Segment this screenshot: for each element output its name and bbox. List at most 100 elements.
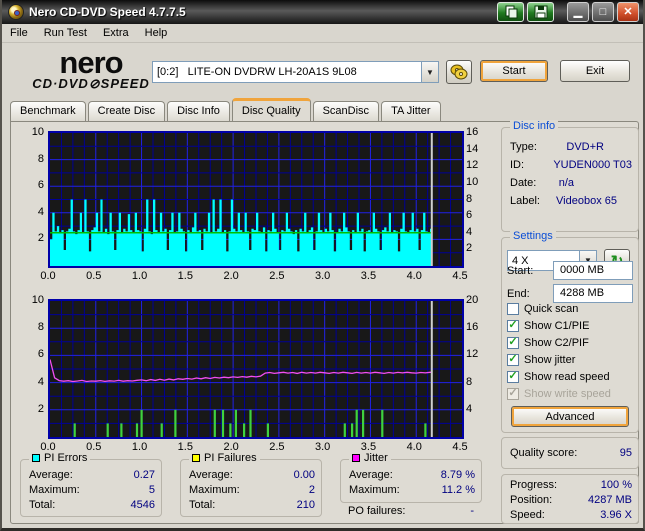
y-axis-left-tick: 8 [37,152,44,165]
pi-failures-stats-group: PI Failures Average: 0.00 Maximum: 2 Total… [180,452,322,517]
menu-extra[interactable]: Extra [95,25,137,41]
disc-eject-icon [450,64,468,80]
y-axis-right-tick: 14 [466,142,479,155]
x-axis-tick: 4.5 [452,441,468,453]
y-axis-right-tick: 8 [466,375,473,388]
progress-group: Progress: 100 % Position: 4287 MB Speed: 3.… [501,474,639,524]
checkbox-box[interactable]: ✓ [507,336,519,349]
y-axis-right-tick: 4 [466,225,473,238]
pi-failures-legend-swatch [192,454,200,462]
x-axis-tick: 2.0 [223,270,239,282]
x-axis-tick: 2.5 [269,441,285,453]
disc-label-row: Label: Videobox 65 [510,195,617,207]
checkbox-label: Show C2/PIF [524,336,589,349]
eject-button[interactable] [446,60,472,84]
y-axis-left-tick: 6 [37,179,44,192]
pi-errors-chart [48,131,464,268]
y-axis-left-tick: 4 [37,205,44,218]
quality-score-group: Quality score: 95 [501,437,639,469]
checkbox-box[interactable]: ✓ [507,370,519,383]
maximize-button[interactable]: □ [592,2,614,22]
disc-type-row: Type: DVD+R [510,141,604,153]
save-icon [534,5,547,19]
jitter-legend-swatch [352,454,360,462]
checkbox-label: Quick scan [524,302,579,315]
x-axis-tick: 2.5 [269,270,285,282]
close-button[interactable]: ✕ [617,2,639,22]
drive-select-value: [0:2] LITE-ON DVDRW LH-20A1S 9L08 [157,66,357,78]
tab-scandisc[interactable]: ScanDisc [312,101,380,121]
advanced-button[interactable]: Advanced [511,406,629,427]
checkbox-box[interactable]: ✓ [507,319,519,332]
settings-checkbox-list: Quick scan ✓ Show C1/PIE ✓ Show C2/PIF ✓ Show … [507,300,635,402]
y-axis-right-tick: 2 [466,242,473,255]
disc-info-group: Disc info Type: DVD+R ID: YUDEN000 T03 Dat… [501,120,639,232]
pi-errors-legend-swatch [32,454,40,462]
settings-caption: Settings [510,230,556,242]
disc-info-caption: Disc info [510,120,559,132]
start-button[interactable]: Start [480,60,548,82]
nero-logo-subtitle: CD·DVD⊘SPEED [32,76,150,91]
menu-help[interactable]: Help [137,25,176,41]
y-axis-right-tick: 12 [466,348,479,361]
y-axis-right-tick: 12 [466,159,479,172]
tab-ta-jitter[interactable]: TA Jitter [381,101,441,121]
po-failures-row: PO failures: - [348,505,474,517]
x-axis-tick: 2.0 [223,441,239,453]
checkbox-box[interactable]: ✓ [507,353,519,366]
checkbox-label: Show jitter [524,353,576,366]
x-axis-tick: 3.5 [360,441,377,453]
position-row: Position: 4287 MB [510,494,632,506]
tab-strip: Benchmark Create Disc Disc Info Disc Qua… [10,98,443,121]
checkbox-show-c2-pif[interactable]: ✓ Show C2/PIF [507,334,635,351]
checkbox-label: Show read speed [524,370,610,383]
nero-logo: nero CD·DVD⊘SPEED [16,47,166,92]
x-axis-tick: 1.5 [177,270,193,282]
exit-button[interactable]: Exit [560,60,630,82]
chart-canvas [50,301,462,437]
progress-row: Progress: 100 % [510,479,632,491]
y-axis-left-tick: 10 [31,126,44,138]
checkbox-quick-scan[interactable]: Quick scan [507,300,635,317]
jitter-stats-group: Jitter Average: 8.79 % Maximum: 11.2 % [340,452,482,503]
tab-disc-info[interactable]: Disc Info [167,101,230,121]
y-axis-left-tick: 2 [37,232,44,245]
checkbox-show-write-speed: ✓ Show write speed [507,385,635,402]
x-axis-tick: 1.0 [131,441,148,453]
checkbox-label: Show write speed [524,387,611,400]
disc-id-row: ID: YUDEN000 T03 [510,159,632,171]
pi-errors-stats-group: PI Errors Average: 0.27 Maximum: 5 Total: 4… [20,452,162,517]
copy-button[interactable] [497,2,524,22]
title-bar: Nero CD-DVD Speed 4.7.7.5 ▁ □ ✕ [2,0,643,24]
x-axis-tick: 0.5 [86,270,102,282]
menu-run-test[interactable]: Run Test [36,25,95,41]
start-position-field[interactable]: 0000 MB [553,261,633,280]
x-axis-tick: 0.0 [40,270,56,282]
chart-canvas [50,133,462,266]
tab-create-disc[interactable]: Create Disc [87,101,166,121]
checkbox-show-jitter[interactable]: ✓ Show jitter [507,351,635,368]
end-field-label: End: [507,288,530,300]
menu-file[interactable]: File [2,25,36,41]
y-axis-right-tick: 20 [466,294,479,306]
checkbox-show-read-speed[interactable]: ✓ Show read speed [507,368,635,385]
tab-disc-quality[interactable]: Disc Quality [231,98,311,121]
y-axis-left-tick: 8 [37,321,44,334]
checkbox-box: ✓ [507,387,519,400]
y-axis-left-tick: 4 [37,375,44,388]
tab-benchmark[interactable]: Benchmark [10,101,86,121]
window-title: Nero CD-DVD Speed 4.7.7.5 [29,5,186,19]
y-axis-right-tick: 4 [466,402,473,415]
x-axis-tick: 4.0 [406,270,422,282]
jitter-caption: Jitter [364,452,388,464]
minimize-button[interactable]: ▁ [567,2,589,22]
checkbox-show-c1-pie[interactable]: ✓ Show C1/PIE [507,317,635,334]
disc-date-row: Date: n/a [510,177,574,189]
drive-select[interactable]: [0:2] LITE-ON DVDRW LH-20A1S 9L08 ▼ [152,61,439,83]
chevron-down-icon[interactable]: ▼ [421,62,438,82]
start-field-label: Start: [507,265,534,277]
checkbox-box[interactable] [507,302,519,315]
x-axis-tick: 1.5 [177,441,193,453]
x-axis-tick: 3.0 [315,441,331,453]
save-button[interactable] [527,2,554,22]
